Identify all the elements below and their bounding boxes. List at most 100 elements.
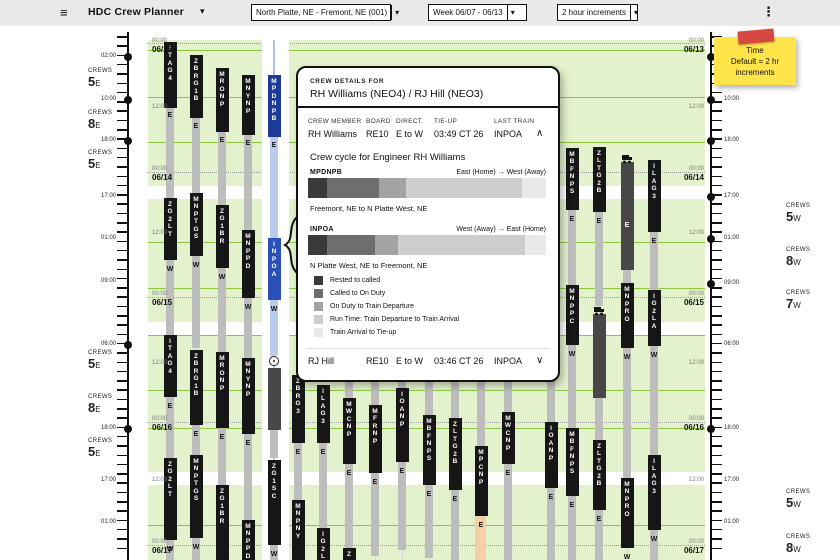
train-bar[interactable]: M W C N P [501,412,515,464]
crew-details-popup: CREW DETAILS FOR RH Williams (NEO4) / RJ… [296,66,560,382]
train-bar[interactable]: M P C N P [474,446,488,516]
train-bar[interactable]: Z L T G 2 B [592,147,606,212]
week-select-value: Week 06/07 - 06/13 [433,8,503,17]
train-bar[interactable]: M N Y N P [241,358,255,434]
caret-down-icon[interactable]: ▾ [630,5,641,20]
legend-item: On Duty to Train Departure [314,300,459,313]
train-bar[interactable]: M N P T G S [189,455,203,538]
train-bar[interactable]: M W C N P [342,398,356,464]
axis-tick [117,491,127,494]
axis-tick [117,231,127,233]
train-bar[interactable]: M N P P D [241,230,255,298]
train-bar[interactable]: M N P T G S [189,193,203,256]
crew-row-tieup: 03:46 CT 26 [434,356,484,366]
app-title-caret-icon[interactable]: ▾ [200,6,205,17]
route-select[interactable]: North Platte, NE - Fremont, NE (001) ▾ [251,4,399,21]
train-bar[interactable]: M N P P D [241,520,255,560]
train-bar[interactable]: Z L T G 2 B [448,418,462,490]
train-bar[interactable] [620,162,634,270]
caret-down-icon[interactable]: ▾ [391,5,402,20]
axis-tick [117,212,127,215]
inner-time-label: 00:00 [152,166,168,172]
train-bar[interactable]: M B F N P S [565,148,579,210]
axis-time-label: 17:00 [724,477,740,483]
week-select[interactable]: Week 06/07 - 06/13 ▾ [428,4,527,21]
axis-tick [117,324,127,326]
train-bar[interactable]: M R O N P [215,68,229,132]
train-bar[interactable]: Z B R G 3 [291,375,305,443]
train-bar[interactable]: I G 2 L A [316,528,330,560]
train-bar[interactable]: M B F N P S [565,428,579,496]
train-bar[interactable]: Z G 1 B R [215,205,229,268]
expand-chevron-down-icon[interactable]: ∨ [536,355,543,366]
crew-row-name: RH Williams [308,129,357,139]
train-bar[interactable]: Z G 2 L T [163,458,177,540]
caret-down-icon[interactable]: ▾ [506,5,518,20]
legend-label: On Duty to Train Departure [330,303,415,310]
axis-tick [712,473,722,475]
train-bar[interactable]: M N Y N P [241,75,255,135]
axis-time-label: 01:00 [724,519,740,525]
axis-tick [712,175,722,177]
train-bar[interactable]: M R O N P [215,352,229,428]
schedule-tail [371,380,379,405]
train-bar[interactable] [267,368,281,430]
hamburger-menu-icon[interactable]: ≡ [60,6,73,19]
train-bar[interactable]: Z L T G 2 B [592,440,606,510]
train-bar[interactable]: M N P R O [620,283,634,348]
train-bar[interactable]: M N P R O [620,478,634,548]
axis-tick [117,389,127,391]
direction-letter: E [478,522,484,529]
crews-direction: E [95,121,101,130]
axis-tick [117,45,127,47]
train-bar[interactable]: I N P O A [267,238,281,300]
collapse-chevron-up-icon[interactable]: ∧ [536,128,543,139]
crews-direction: E [95,161,101,170]
direction-letter: W [192,262,200,269]
train-bar[interactable]: I T A G 4 [163,335,177,397]
train-symbol-label: M F R N P [372,408,378,445]
axis-tick [712,147,722,150]
axis-event-dot [124,136,132,145]
train-bar[interactable]: Z G 1 S C [267,460,281,545]
axis-tick [117,417,127,419]
train-bar[interactable]: M P D N P B [267,75,281,137]
direction-letter: E [569,502,575,509]
schedule-tail [623,270,631,283]
train-bar[interactable]: M N P N Y [291,500,305,560]
inner-time-label: 00:00 [688,38,704,44]
axis-tick [712,222,722,224]
train-bar[interactable]: Z G 2 L T [163,198,177,260]
kebab-menu-icon[interactable]: ⋮ [762,4,775,20]
cycle-phase-segment [327,178,380,198]
axis-tick [117,259,127,261]
train-bar[interactable]: Z G 1 B R [215,485,229,560]
legend-swatch [314,328,323,337]
trip-symbol: MPDNPB [310,169,343,176]
axis-event-dot [707,234,715,243]
train-bar[interactable]: I O A N P [395,388,409,462]
axis-time-label: 17:00 [100,193,116,199]
axis-time-label: 09:00 [100,278,116,284]
train-bar[interactable]: M N P P C [565,285,579,345]
crew-row-last-train: INPOA [494,356,523,366]
arrow-right-icon: → [497,226,505,233]
axis-event-dot [124,424,132,433]
axis-tick [117,501,127,503]
train-bar[interactable]: I G 2 L A [647,290,661,346]
axis-tick [712,231,722,233]
train-bar[interactable] [592,314,606,398]
axis-time-label: 18:00 [724,425,740,431]
train-bar[interactable]: M B F N P S [422,415,436,485]
train-bar[interactable]: I L A G 3 [316,385,330,443]
axis-event-dot [707,95,715,104]
train-bar[interactable]: I O A N P [544,422,558,488]
increment-select[interactable]: 2 hour increments ▾ [557,4,638,21]
train-bar[interactable]: Z [342,548,356,560]
train-bar[interactable]: I L A G 3 [647,160,661,232]
train-bar[interactable]: M F R N P [368,405,382,473]
axis-time-label: 06:00 [100,341,116,347]
train-bar[interactable]: I L A G 3 [647,455,661,530]
inner-time-label: 00:00 [688,166,704,172]
schedule-tail [244,135,252,230]
